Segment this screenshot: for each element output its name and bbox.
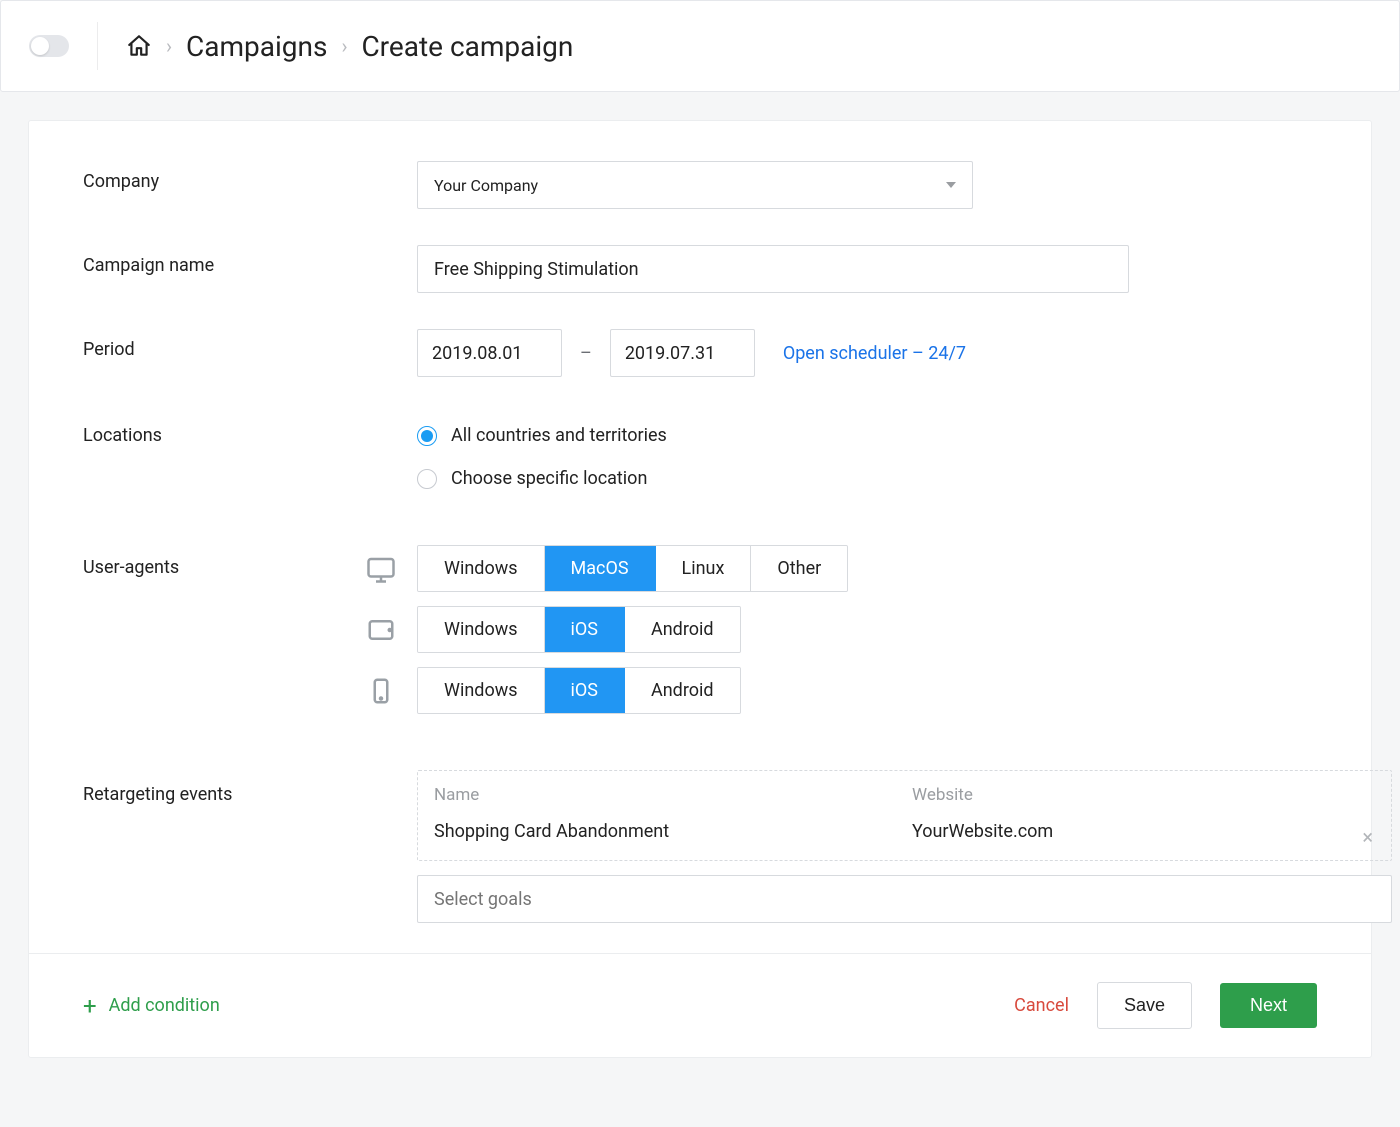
ua-row-desktop: Windows MacOS Linux Other (363, 545, 1317, 592)
seg-desktop-linux[interactable]: Linux (656, 546, 752, 591)
seg-tablet-android[interactable]: Android (625, 607, 740, 652)
desktop-icon (363, 554, 399, 584)
ua-tablet-segments: Windows iOS Android (417, 606, 741, 653)
ua-mobile-segments: Windows iOS Android (417, 667, 741, 714)
form-card: Company Your Company Campaign name Perio… (28, 120, 1372, 1058)
seg-desktop-macos[interactable]: MacOS (545, 546, 656, 591)
add-condition-button[interactable]: + Add condition (83, 994, 220, 1018)
save-button[interactable]: Save (1097, 982, 1192, 1029)
rt-row: Shopping Card Abandonment YourWebsite.co… (434, 821, 1375, 842)
plus-icon: + (83, 994, 97, 1018)
topbar: › Campaigns › Create campaign (0, 0, 1400, 92)
period-dash: – (580, 343, 592, 364)
radio-all-countries[interactable]: All countries and territories (417, 425, 1317, 446)
label-campaign-name: Campaign name (83, 245, 417, 276)
tablet-icon (363, 615, 399, 645)
campaign-name-input[interactable] (417, 245, 1129, 293)
form-footer: + Add condition Cancel Save Next (29, 953, 1371, 1057)
radio-specific-location[interactable]: Choose specific location (417, 468, 1317, 489)
company-select-value: Your Company (434, 176, 538, 195)
period-end-input[interactable] (610, 329, 755, 377)
home-icon[interactable] (126, 33, 152, 59)
breadcrumb-campaigns[interactable]: Campaigns (186, 30, 327, 63)
chevron-right-icon: › (341, 34, 347, 58)
seg-tablet-windows[interactable]: Windows (418, 607, 545, 652)
label-company: Company (83, 161, 417, 192)
seg-desktop-other[interactable]: Other (751, 546, 847, 591)
label-retargeting: Retargeting events (83, 770, 417, 805)
rt-header-website: Website (912, 785, 1375, 805)
seg-mobile-android[interactable]: Android (625, 668, 740, 713)
rt-row-name: Shopping Card Abandonment (434, 821, 912, 842)
sidebar-toggle[interactable] (29, 35, 69, 57)
ua-row-mobile: Windows iOS Android (363, 667, 1317, 714)
retargeting-box: Name Website Shopping Card Abandonment Y… (417, 770, 1392, 861)
open-scheduler-link[interactable]: Open scheduler – 24/7 (783, 343, 966, 364)
radio-all-label: All countries and territories (451, 425, 667, 446)
label-locations: Locations (83, 425, 417, 446)
rt-header-name: Name (434, 785, 912, 805)
seg-desktop-windows[interactable]: Windows (418, 546, 545, 591)
radio-specific-label: Choose specific location (451, 468, 647, 489)
add-condition-label: Add condition (109, 995, 220, 1016)
ua-row-tablet: Windows iOS Android (363, 606, 1317, 653)
select-goals-input[interactable] (417, 875, 1392, 923)
seg-tablet-ios[interactable]: iOS (545, 607, 625, 652)
cancel-button[interactable]: Cancel (1014, 995, 1069, 1016)
seg-mobile-windows[interactable]: Windows (418, 668, 545, 713)
radio-icon (417, 469, 437, 489)
caret-down-icon (946, 182, 956, 188)
radio-icon (417, 426, 437, 446)
next-button[interactable]: Next (1220, 983, 1317, 1028)
chevron-right-icon: › (166, 34, 172, 58)
seg-mobile-ios[interactable]: iOS (545, 668, 625, 713)
divider (97, 22, 98, 70)
company-select[interactable]: Your Company (417, 161, 973, 209)
ua-desktop-segments: Windows MacOS Linux Other (417, 545, 848, 592)
label-period: Period (83, 329, 417, 360)
period-start-input[interactable] (417, 329, 562, 377)
rt-row-website: YourWebsite.com (912, 821, 1375, 842)
close-icon[interactable]: × (1362, 825, 1373, 849)
mobile-icon (363, 676, 399, 706)
breadcrumb-current: Create campaign (361, 30, 573, 63)
